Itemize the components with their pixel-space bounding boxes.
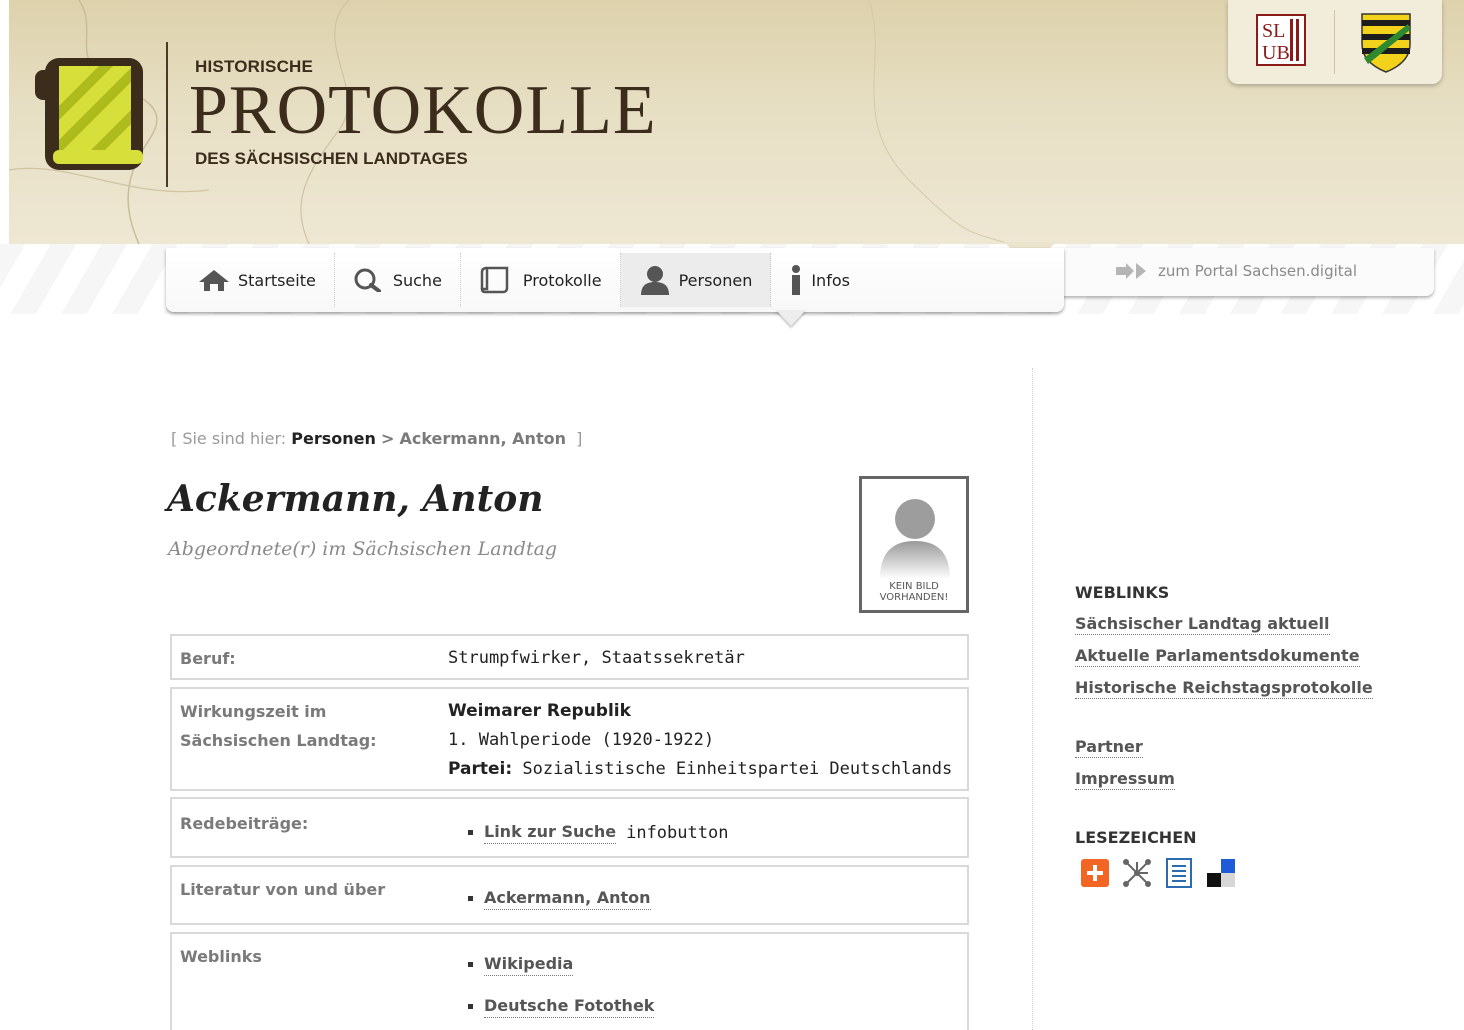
- document-icon: [480, 266, 509, 294]
- sidebar-link-landtag-aktuell[interactable]: Sächsischer Landtag aktuell: [1075, 614, 1330, 635]
- wirkung-label-line2: Sächsischen Landtag:: [180, 731, 377, 750]
- weblink-item: Deutsche Fotothek: [468, 995, 655, 1018]
- detail-row-beruf: Beruf: Strumpfwirker, Staatssekretär: [170, 634, 969, 680]
- list-icon[interactable]: [1164, 858, 1194, 888]
- nav-item-startseite[interactable]: Startseite: [180, 253, 335, 307]
- nav-label-infos: Infos: [811, 270, 850, 290]
- main-nav: Startseite Suche Protokolle Personen Inf…: [166, 248, 1064, 312]
- person-icon: [640, 266, 669, 295]
- share-network-icon[interactable]: [1122, 858, 1152, 888]
- nav-label-suche: Suche: [392, 270, 442, 290]
- bullet-icon: [468, 1004, 473, 1009]
- breadcrumb-section[interactable]: Personen: [291, 429, 376, 448]
- nav-label-protokolle: Protokolle: [522, 270, 602, 290]
- double-arrow-icon: [1116, 263, 1146, 279]
- detail-row-literatur: Literatur von und über Ackermann, Anton: [170, 865, 969, 925]
- detail-row-redebeitraege: Redebeiträge: Link zur Suche infobutton: [170, 797, 969, 858]
- beruf-label: Beruf:: [180, 649, 236, 668]
- info-icon: [792, 265, 801, 295]
- nav-active-pointer: [776, 310, 806, 326]
- no-photo-person-icon: [880, 499, 950, 579]
- wirkung-label-line1: Wirkungszeit im: [180, 702, 327, 721]
- add-bookmark-icon[interactable]: [1080, 858, 1110, 888]
- detail-row-wirkungszeit: Wirkungszeit im Sächsischen Landtag: Wei…: [170, 687, 969, 791]
- bullet-icon: [468, 962, 473, 967]
- rede-list-item: Link zur Suche infobutton: [468, 821, 728, 844]
- search-icon: [354, 268, 381, 292]
- rede-label: Redebeiträge:: [180, 814, 309, 833]
- weblink-wikipedia[interactable]: Wikipedia: [484, 953, 574, 976]
- no-photo-caption: KEIN BILD VORHANDEN!: [862, 581, 966, 603]
- portal-link[interactable]: zum Portal Sachsen.digital: [1116, 262, 1357, 280]
- literatur-link[interactable]: Ackermann, Anton: [484, 887, 651, 910]
- breadcrumb: [ Sie sind hier: Personen > Ackermann, A…: [171, 429, 582, 448]
- breadcrumb-close: ]: [576, 429, 583, 448]
- nav-label-personen: Personen: [678, 270, 753, 290]
- site-title[interactable]: PROTOKOLLE: [189, 76, 657, 146]
- sidebar-bookmarks-heading: LESEZEICHEN: [1075, 828, 1197, 847]
- logo-divider: [166, 42, 168, 187]
- scroll-logo-icon[interactable]: [35, 54, 153, 176]
- no-photo-caption-line2: VORHANDEN!: [879, 592, 949, 603]
- beruf-value: Strumpfwirker, Staatssekretär: [448, 648, 745, 668]
- weblinks-label: Weblinks: [180, 947, 262, 966]
- person-role: Abgeordnete(r) im Sächsischen Landtag: [168, 538, 558, 560]
- person-photo-placeholder: KEIN BILD VORHANDEN!: [859, 476, 969, 613]
- nav-item-personen[interactable]: Personen: [620, 253, 772, 307]
- slub-logo-text-bottom: UB: [1262, 42, 1290, 64]
- breadcrumb-open: [ Sie sind hier:: [171, 429, 287, 448]
- site-header: HISTORISCHE PROTOKOLLE DES SÄCHSISCHEN L…: [9, 0, 1464, 244]
- wirkung-era: Weimarer Republik: [448, 697, 631, 726]
- slub-logo-text-top: SL: [1262, 20, 1285, 42]
- logo-separator: [1334, 10, 1335, 74]
- nav-label-startseite: Startseite: [238, 270, 316, 290]
- rede-infobutton[interactable]: infobutton: [626, 822, 728, 844]
- wirkung-party: Partei: Sozialistische Einheitspartei De…: [448, 755, 952, 784]
- saxony-coat-of-arms-icon[interactable]: [1356, 10, 1416, 74]
- wirkung-party-value: Sozialistische Einheitspartei Deutschlan…: [522, 759, 953, 779]
- sidebar-weblinks-heading: WEBLINKS: [1075, 583, 1170, 602]
- wirkung-era-text: Weimarer Republik: [448, 701, 631, 721]
- breadcrumb-separator: >: [380, 429, 395, 448]
- portal-link-label: zum Portal Sachsen.digital: [1158, 262, 1358, 280]
- rede-search-link[interactable]: Link zur Suche: [484, 821, 617, 844]
- nav-item-infos[interactable]: Infos: [771, 253, 868, 307]
- sidebar-link-partner[interactable]: Partner: [1075, 737, 1143, 758]
- sidebar-link-reichstagsprotokolle[interactable]: Historische Reichstagsprotokolle: [1075, 678, 1373, 699]
- no-photo-caption-line1: KEIN BILD: [889, 581, 939, 592]
- detail-row-weblinks: Weblinks Wikipedia Deutsche Fotothek: [170, 932, 969, 1030]
- sidebar-divider: [1032, 368, 1033, 1030]
- home-icon: [199, 270, 229, 291]
- literatur-list-item: Ackermann, Anton: [468, 887, 651, 910]
- sidebar-link-impressum[interactable]: Impressum: [1075, 769, 1175, 790]
- bookmark-icons: [1080, 858, 1236, 888]
- sidebar-link-parlamentsdokumente[interactable]: Aktuelle Parlamentsdokumente: [1075, 646, 1360, 667]
- delicious-icon[interactable]: [1206, 858, 1236, 888]
- wirkung-party-label: Partei:: [448, 759, 513, 779]
- nav-item-protokolle[interactable]: Protokolle: [461, 253, 621, 307]
- literatur-label: Literatur von und über: [180, 880, 386, 899]
- weblink-deutsche-fotothek[interactable]: Deutsche Fotothek: [484, 995, 655, 1018]
- bullet-icon: [468, 830, 473, 835]
- person-name: Ackermann, Anton: [167, 478, 544, 520]
- slub-logo[interactable]: SL UB: [1256, 14, 1306, 66]
- partner-logos: SL UB: [1228, 0, 1442, 84]
- site-title-sub: DES SÄCHSISCHEN LANDTAGES: [195, 149, 468, 168]
- nav-item-suche[interactable]: Suche: [335, 253, 461, 307]
- breadcrumb-current: Ackermann, Anton: [399, 429, 566, 448]
- bullet-icon: [468, 896, 473, 901]
- wirkung-period: 1. Wahlperiode (1920-1922): [448, 730, 715, 750]
- weblink-item: Wikipedia: [468, 953, 574, 976]
